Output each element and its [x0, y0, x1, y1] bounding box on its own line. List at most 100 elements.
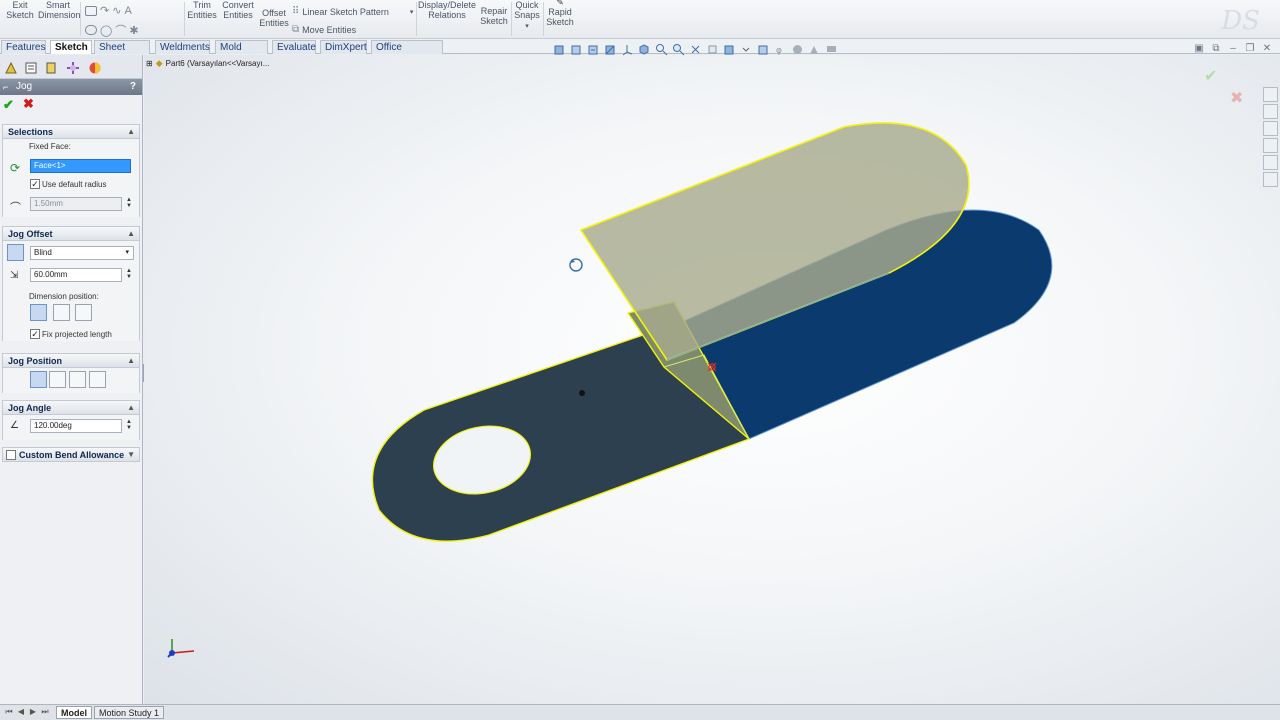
text-icon[interactable]: A — [124, 5, 131, 17]
dimension-position-outside-button[interactable] — [30, 304, 47, 321]
scenes-icon[interactable] — [757, 43, 770, 56]
restore-icon[interactable]: ❐ — [1245, 44, 1255, 54]
exit-sketch-button[interactable]: Exit Sketch — [4, 0, 36, 20]
expand-icon[interactable]: ▼ — [127, 448, 135, 462]
confirm-corner-ok-icon[interactable]: ✔ — [1204, 66, 1217, 85]
fixed-face-field[interactable]: Face<1> — [30, 159, 131, 173]
last-tab-icon[interactable]: ⏭ — [40, 707, 50, 717]
confirm-corner-cancel-icon[interactable]: ✖ — [1230, 88, 1243, 107]
jog-angle-stepper[interactable]: ▲ ▼ — [125, 419, 133, 431]
rotate-icon[interactable] — [689, 43, 702, 56]
help-icon[interactable]: ? — [130, 79, 136, 95]
smart-dimension-button[interactable]: Smart Dimension — [38, 0, 81, 20]
jog-angle-group-header[interactable]: Jog Angle ▲ — [2, 400, 140, 415]
chevron-down-icon[interactable]: ▾ — [125, 247, 129, 259]
rectangle-icon[interactable] — [85, 5, 97, 16]
reverse-direction-button[interactable] — [7, 244, 24, 261]
jog-position-group-header[interactable]: Jog Position ▲ — [2, 353, 140, 368]
tile-icon[interactable]: ▣ — [1194, 44, 1204, 54]
tab-motion-study-1[interactable]: Motion Study 1 — [94, 706, 165, 719]
cancel-button[interactable]: ✖ — [23, 96, 34, 112]
appearance-icon[interactable]: φ — [774, 43, 787, 56]
repair-sketch-button[interactable]: Repair Sketch — [479, 6, 509, 26]
chevron-down-icon[interactable] — [740, 43, 753, 56]
point-icon[interactable]: ✱ — [129, 24, 138, 37]
previous-view-icon[interactable] — [587, 43, 600, 56]
tab-weldments[interactable]: Weldments — [155, 40, 210, 54]
dimxpert-manager-icon[interactable] — [66, 61, 80, 75]
light-icon[interactable] — [808, 43, 821, 56]
move-entities-button[interactable]: ⧉ Move Entities — [292, 24, 356, 35]
tab-sheet-metal[interactable]: Sheet Metal — [94, 40, 150, 66]
end-condition-select[interactable]: Blind ▾ — [30, 246, 134, 260]
selections-group-header[interactable]: Selections ▲ — [2, 124, 140, 139]
jog-position-material-outside-button[interactable] — [69, 371, 86, 388]
view-palette-icon[interactable] — [1263, 138, 1278, 153]
jog-offset-group-header[interactable]: Jog Offset ▲ — [2, 226, 140, 241]
minimize-icon[interactable]: – — [1228, 44, 1238, 54]
slot-icon[interactable] — [85, 25, 97, 35]
zoom-area-icon[interactable] — [570, 43, 583, 56]
custom-properties-icon[interactable] — [1263, 172, 1278, 187]
jog-position-bend-outside-button[interactable] — [89, 371, 106, 388]
next-tab-icon[interactable]: ▶ — [28, 707, 38, 717]
tab-sketch[interactable]: Sketch — [50, 40, 92, 54]
previous-tab-icon[interactable]: ◀ — [16, 707, 26, 717]
distance-field[interactable]: 60.00mm — [30, 268, 122, 282]
dimension-position-inside-button[interactable] — [53, 304, 70, 321]
radius-stepper[interactable]: ▲ ▼ — [125, 197, 133, 209]
zoom-icon[interactable] — [655, 43, 668, 56]
arc-icon[interactable]: ↷ — [100, 4, 109, 17]
configuration-manager-icon[interactable] — [44, 61, 58, 75]
ok-button[interactable]: ✔ — [3, 97, 14, 113]
feature-manager-icon[interactable] — [4, 61, 18, 75]
tab-model[interactable]: Model — [56, 706, 92, 719]
display-delete-relations-button[interactable]: Display/Delete Relations — [418, 0, 476, 20]
display-manager-icon[interactable] — [88, 61, 102, 75]
custom-bend-allowance-group-header[interactable]: Custom Bend Allowance ▼ — [2, 447, 140, 462]
tab-features[interactable]: Features — [1, 40, 46, 54]
radius-field[interactable]: 1.50mm — [30, 197, 122, 211]
offset-entities-button[interactable]: Offset Entities — [258, 8, 290, 28]
quick-snaps-button[interactable]: Quick Snaps ▾ — [513, 0, 541, 32]
tab-mold-tools[interactable]: Mold Tools — [215, 40, 268, 66]
graphics-area[interactable]: ⊞ ◆ Part6 (Varsayılan<<Varsayı... ✔ ✖ — [144, 55, 1280, 704]
section-view-icon[interactable] — [604, 43, 617, 56]
fillet-icon[interactable]: ⌒ — [115, 22, 126, 38]
chevron-down-icon[interactable]: ▾ — [525, 23, 529, 30]
collapse-icon[interactable]: ▲ — [127, 354, 135, 368]
spline-icon[interactable]: ∿ — [112, 4, 121, 17]
zoom-to-fit-icon[interactable] — [553, 43, 566, 56]
circle-icon[interactable]: ◯ — [100, 24, 112, 37]
monitor-icon[interactable] — [825, 43, 838, 56]
cascade-icon[interactable]: ⧉ — [1211, 44, 1221, 54]
tab-dimxpert[interactable]: DimXpert — [320, 40, 367, 54]
search-icon[interactable] — [672, 43, 685, 56]
display-style-icon[interactable] — [723, 43, 736, 56]
chevron-down-icon[interactable]: ▾ — [410, 8, 414, 16]
collapse-icon[interactable]: ▲ — [127, 125, 135, 139]
triad-icon[interactable] — [621, 43, 634, 56]
distance-stepper[interactable]: ▲ ▼ — [125, 268, 133, 280]
file-explorer-icon[interactable] — [1263, 121, 1278, 136]
jog-position-bend-centerline-button[interactable] — [30, 371, 47, 388]
jog-angle-field[interactable]: 120.00deg — [30, 419, 122, 433]
custom-bend-allowance-checkbox[interactable] — [6, 450, 16, 460]
rapid-sketch-button[interactable]: ✎ Rapid Sketch — [545, 0, 575, 27]
design-library-icon[interactable] — [1263, 104, 1278, 119]
trim-entities-button[interactable]: Trim Entities — [186, 0, 218, 20]
tab-office-products[interactable]: Office Products — [371, 40, 443, 66]
collapse-icon[interactable]: ▲ — [127, 227, 135, 241]
property-manager-icon[interactable] — [24, 61, 38, 75]
sphere-icon[interactable] — [791, 43, 804, 56]
first-tab-icon[interactable]: ⏮ — [4, 707, 14, 717]
use-default-radius-checkbox[interactable]: ✓ — [30, 179, 40, 189]
dimension-position-overall-button[interactable] — [75, 304, 92, 321]
fix-projected-length-checkbox[interactable]: ✓ — [30, 329, 40, 339]
linear-sketch-pattern-button[interactable]: ⠿ Linear Sketch Pattern ▾ — [292, 6, 413, 17]
solidworks-resources-icon[interactable] — [1263, 87, 1278, 102]
hide-show-icon[interactable] — [706, 43, 719, 56]
close-icon[interactable]: ✕ — [1262, 44, 1272, 54]
tab-evaluate[interactable]: Evaluate — [272, 40, 316, 54]
view-orientation-icon[interactable] — [638, 43, 651, 56]
